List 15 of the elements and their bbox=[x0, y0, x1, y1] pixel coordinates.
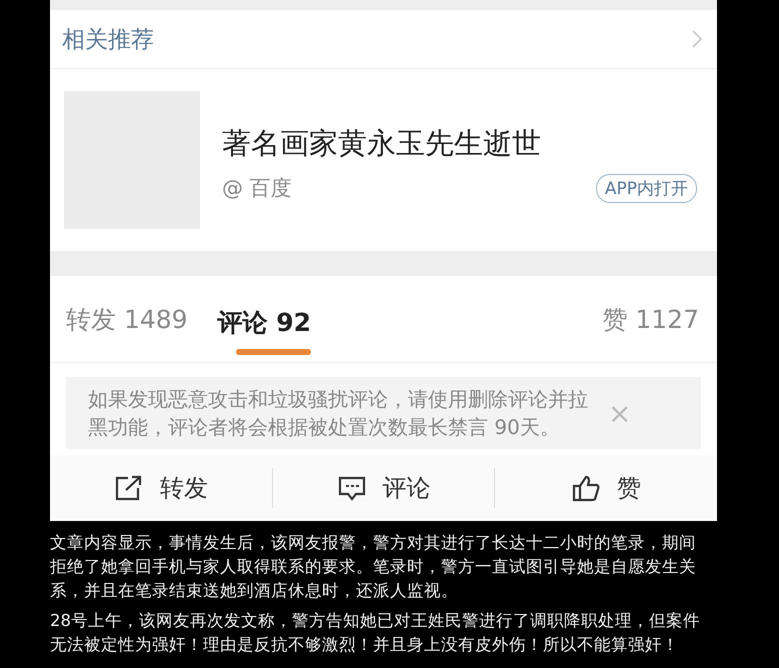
notice-text: 如果发现恶意攻击和垃圾骚扰评论，请使用删除评论并拉黑功能，评论者将会根据被处置次数最长禁言 90天。 bbox=[88, 386, 588, 441]
thumbs-up-icon bbox=[571, 474, 602, 502]
article-title[interactable]: 著名画家黄永玉先生逝世 bbox=[222, 124, 541, 164]
comment-button[interactable]: 评论 bbox=[272, 471, 494, 505]
comment-icon bbox=[336, 474, 366, 502]
share-icon bbox=[114, 474, 144, 502]
section-title: 相关推荐 bbox=[62, 26, 154, 54]
article-source: @ 百度 bbox=[222, 175, 292, 202]
stats-tab[interactable]: 评论 92 bbox=[218, 296, 312, 356]
share-button[interactable]: 转发 bbox=[50, 471, 272, 505]
caption-paragraph: 文章内容显示，事情发生后，该网友报警，警方对其进行了长达十二小时的笔录，期间拒绝了她拿回手机与家人取得联系的要求。笔录时，警方一直试图引导她是自愿发生关系，并且在笔录结束送她到酒店休息时，还派人监视。 bbox=[50, 532, 697, 602]
chevron-icon[interactable] bbox=[691, 29, 703, 49]
open-in-app-button[interactable]: APP内打开 bbox=[596, 174, 697, 202]
caption-paragraph: 28号上午，该网友再次发文称，警方告知她已对王姓民警进行了调职降职处理，但案件无法被定性为强奸！理由是反抗不够激烈！并且身上没有皮外伤！所以不能算强奸！ bbox=[50, 610, 701, 656]
like-button[interactable]: 赞 bbox=[495, 471, 718, 505]
